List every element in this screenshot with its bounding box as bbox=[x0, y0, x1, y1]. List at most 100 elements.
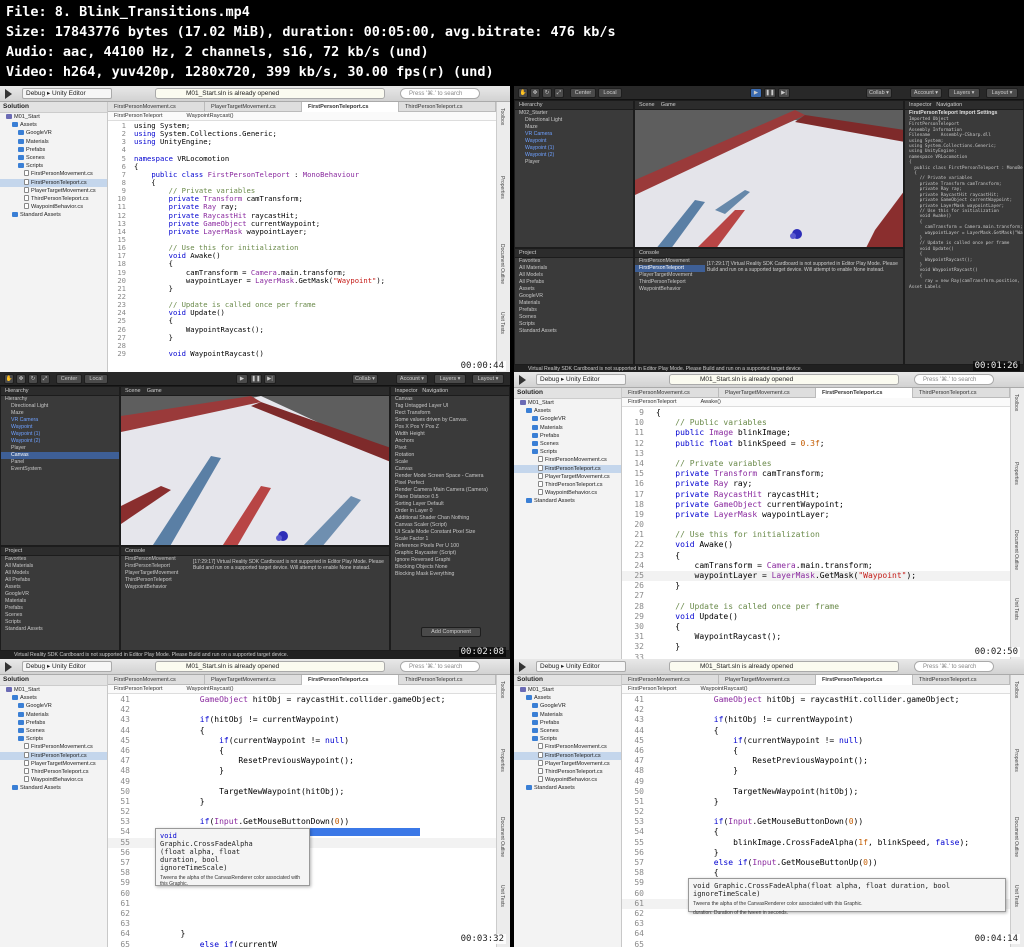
solution-tree-item[interactable]: GoogleVR bbox=[514, 415, 621, 423]
list-item[interactable]: GoogleVR bbox=[515, 293, 633, 300]
run-button[interactable] bbox=[519, 662, 526, 672]
rotate-tool-icon[interactable]: ↻ bbox=[28, 374, 38, 384]
list-item[interactable]: Pos X Pos Y Pos Z bbox=[391, 424, 509, 431]
list-item[interactable]: Waypoint (2) bbox=[515, 152, 633, 159]
list-item[interactable]: All Prefabs bbox=[1, 577, 119, 584]
solution-tree-item[interactable]: Standard Assets bbox=[514, 784, 621, 792]
breadcrumb-item[interactable]: Awake() bbox=[701, 399, 721, 405]
scene-view[interactable] bbox=[121, 396, 389, 545]
list-item[interactable]: PlayerTargetMovement bbox=[121, 570, 191, 577]
breadcrumb-item[interactable]: FirstPersonTeleport bbox=[114, 113, 163, 119]
collab-button[interactable]: Collab ▾ bbox=[866, 88, 892, 98]
list-item[interactable]: Rect Transform bbox=[391, 410, 509, 417]
project-tab[interactable]: Project bbox=[515, 249, 633, 258]
list-item[interactable]: Assets bbox=[515, 286, 633, 293]
search-input[interactable]: Press '⌘.' to search bbox=[914, 374, 994, 385]
side-pad-tab[interactable]: Document Outline bbox=[499, 817, 505, 857]
list-item[interactable]: FirstPersonMovement bbox=[635, 258, 705, 265]
solution-tree-item[interactable]: Materials bbox=[0, 138, 107, 146]
list-item[interactable]: Rotation bbox=[391, 452, 509, 459]
search-input[interactable]: Press '⌘.' to search bbox=[400, 88, 480, 99]
game-tab[interactable]: Game bbox=[147, 388, 162, 394]
breadcrumb-item[interactable]: FirstPersonTeleport bbox=[628, 686, 677, 692]
side-pad-tab[interactable]: Unit Tests bbox=[499, 885, 505, 907]
solution-tree-item[interactable]: Scenes bbox=[0, 154, 107, 162]
document-tab[interactable]: ThirdPersonTeleport.cs bbox=[913, 675, 1010, 685]
solution-tree-item[interactable]: Assets bbox=[514, 407, 621, 415]
list-item[interactable]: FirstPersonTeleport bbox=[121, 563, 191, 570]
list-item[interactable]: Maze bbox=[1, 410, 119, 417]
side-pad-tab[interactable]: Toolbox bbox=[499, 108, 505, 125]
solution-tree-item[interactable]: Assets bbox=[0, 121, 107, 129]
document-tab[interactable]: FirstPersonMovement.cs bbox=[108, 102, 205, 112]
play-button[interactable]: ▶ bbox=[236, 374, 248, 384]
solution-tree-item[interactable]: WaypointBehavior.cs bbox=[514, 489, 621, 497]
pause-button[interactable]: ❚❚ bbox=[764, 88, 776, 98]
list-item[interactable]: Scale bbox=[391, 459, 509, 466]
solution-tree-item[interactable]: PlayerTargetMovement.cs bbox=[514, 759, 621, 768]
list-item[interactable]: Canvas bbox=[391, 396, 509, 403]
list-item[interactable]: Additional Shader Chan Nothing bbox=[391, 515, 509, 522]
solution-tree-item[interactable]: Standard Assets bbox=[0, 211, 107, 219]
list-item[interactable]: Materials bbox=[515, 300, 633, 307]
collab-button[interactable]: Collab ▾ bbox=[352, 374, 378, 384]
list-item[interactable]: Player bbox=[515, 159, 633, 166]
play-button[interactable]: ▶ bbox=[750, 88, 762, 98]
list-item[interactable]: Tag Untagged Layer UI bbox=[391, 403, 509, 410]
solution-tree-item[interactable]: Assets bbox=[514, 694, 621, 702]
list-item[interactable]: Waypoint (1) bbox=[1, 431, 119, 438]
document-tab[interactable]: ThirdPersonTeleport.cs bbox=[399, 102, 496, 112]
solution-tree-item[interactable]: Assets bbox=[0, 694, 107, 702]
side-pad-tab[interactable]: Unit Tests bbox=[1013, 885, 1019, 907]
solution-tree-item[interactable]: Standard Assets bbox=[0, 784, 107, 792]
list-item[interactable]: Blocking Mask Everything bbox=[391, 571, 509, 578]
side-pad-tab[interactable]: Document Outline bbox=[1013, 530, 1019, 570]
list-item[interactable]: GoogleVR bbox=[1, 591, 119, 598]
side-pad-tab[interactable]: Toolbox bbox=[1013, 681, 1019, 698]
scene-tab[interactable]: Scene bbox=[125, 388, 141, 394]
solution-tree-item[interactable]: WaypointBehavior.cs bbox=[0, 776, 107, 784]
list-item[interactable]: Maze bbox=[515, 124, 633, 131]
solution-tree-item[interactable]: ThirdPersonTeleport.cs bbox=[0, 767, 107, 776]
list-item[interactable]: All Materials bbox=[515, 265, 633, 272]
document-tab[interactable]: ThirdPersonTeleport.cs bbox=[399, 675, 496, 685]
list-item[interactable]: Canvas bbox=[391, 466, 509, 473]
list-item[interactable]: Render Mode Screen Space - Camera bbox=[391, 473, 509, 480]
solution-tree-item[interactable]: FirstPersonTeleport.cs bbox=[514, 751, 621, 760]
list-item[interactable]: Blocking Objects None bbox=[391, 564, 509, 571]
list-item[interactable]: Scripts bbox=[515, 321, 633, 328]
layers-dropdown[interactable]: Layers ▾ bbox=[434, 374, 466, 384]
list-item[interactable]: Sorting Layer Default bbox=[391, 501, 509, 508]
solution-tree-item[interactable]: WaypointBehavior.cs bbox=[514, 776, 621, 784]
list-item[interactable]: UI Scale Mode Constant Pixel Size bbox=[391, 529, 509, 536]
solution-tree-item[interactable]: Scripts bbox=[514, 448, 621, 456]
game-view[interactable] bbox=[635, 110, 903, 247]
solution-tree-item[interactable]: GoogleVR bbox=[0, 702, 107, 710]
search-input[interactable]: Press '⌘.' to search bbox=[914, 661, 994, 672]
list-item[interactable]: Scale Factor 1 bbox=[391, 536, 509, 543]
center-button[interactable]: Center bbox=[56, 374, 82, 384]
side-pad-tab[interactable]: Unit Tests bbox=[499, 312, 505, 334]
list-item[interactable]: Waypoint (1) bbox=[515, 145, 633, 152]
side-pad-tab[interactable]: Document Outline bbox=[1013, 817, 1019, 857]
solution-tree-item[interactable]: Scripts bbox=[0, 162, 107, 170]
solution-tree-item[interactable]: FirstPersonMovement.cs bbox=[0, 170, 107, 178]
list-item[interactable]: FirstPersonTeleport bbox=[635, 265, 705, 272]
side-pad-tab[interactable]: Toolbox bbox=[1013, 394, 1019, 411]
document-tab[interactable]: FirstPersonTeleport.cs bbox=[302, 102, 399, 112]
list-item[interactable]: Player bbox=[1, 445, 119, 452]
list-item[interactable]: Favorites bbox=[515, 258, 633, 265]
solution-tree-item[interactable]: ThirdPersonTeleport.cs bbox=[514, 480, 621, 489]
solution-tree-item[interactable]: Scripts bbox=[514, 735, 621, 743]
side-pad-tab[interactable]: Properties bbox=[1013, 749, 1019, 772]
add-component-button[interactable]: Add Component bbox=[421, 627, 481, 637]
breadcrumb-item[interactable]: FirstPersonTeleport bbox=[114, 686, 163, 692]
solution-tree-item[interactable]: Scripts bbox=[0, 735, 107, 743]
pause-button[interactable]: ❚❚ bbox=[250, 374, 262, 384]
code-area[interactable]: 1 using System; 2 using System.Collections.… bbox=[108, 122, 496, 374]
list-item[interactable]: Materials bbox=[1, 598, 119, 605]
layout-dropdown[interactable]: Layout ▾ bbox=[986, 88, 1018, 98]
solution-tree-item[interactable]: M01_Start bbox=[0, 686, 107, 694]
navigation-tab[interactable]: Navigation bbox=[422, 388, 448, 394]
solution-tree-item[interactable]: PlayerTargetMovement.cs bbox=[0, 186, 107, 195]
